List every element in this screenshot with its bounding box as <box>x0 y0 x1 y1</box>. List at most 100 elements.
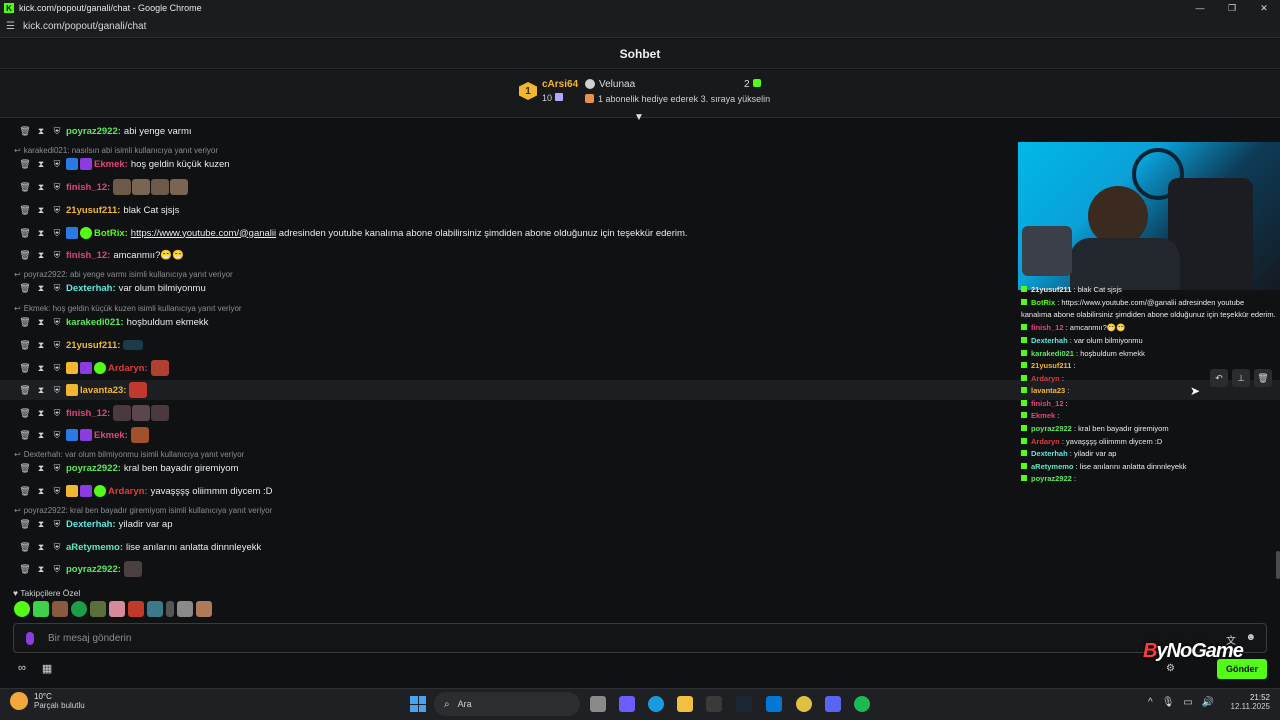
chat-message[interactable]: 🗑 ⧗ ⛨ Dexterhah: yiladir var ap <box>0 514 1010 534</box>
chat-message[interactable]: 🗑 ⧗ ⛨ Ardaryn: <box>0 358 1010 378</box>
message-username[interactable]: BotRix: <box>94 228 128 239</box>
trash-icon[interactable]: 🗑 <box>18 564 32 575</box>
hand-emote-icon[interactable] <box>196 601 212 617</box>
message-username[interactable]: 21yusuf211: <box>66 205 120 216</box>
restore-icon[interactable]: ❐ <box>1216 0 1248 16</box>
trash-icon[interactable]: 🗑 <box>18 126 32 137</box>
message-username[interactable]: Dexterhah: <box>66 283 116 294</box>
trash-icon[interactable]: 🗑 <box>18 486 32 497</box>
message-username[interactable]: finish_12: <box>66 250 110 261</box>
minimize-icon[interactable]: — <box>1184 0 1216 16</box>
settings-gear-icon[interactable]: ⚙ <box>1166 663 1175 674</box>
angry-emote-icon[interactable] <box>128 601 144 617</box>
reply-icon[interactable]: ↶ <box>1210 369 1228 387</box>
url-text[interactable]: kick.com/popout/ganali/chat <box>23 21 146 32</box>
discord-icon[interactable] <box>825 696 841 712</box>
trash-icon[interactable]: 🗑 <box>18 385 32 396</box>
chat-input-placeholder[interactable]: Bir mesaj gönderin <box>48 633 131 644</box>
shield-icon[interactable]: ⛨ <box>50 385 64 396</box>
mic-tray-icon[interactable]: 🎙 <box>1162 697 1175 708</box>
message-username[interactable]: poyraz2922: <box>66 564 121 575</box>
pin-icon[interactable]: ⊥ <box>1232 369 1250 387</box>
trash-icon[interactable]: 🗑 <box>18 463 32 474</box>
small-emote-icon[interactable] <box>166 601 174 617</box>
chat-message[interactable]: 🗑 ⧗ ⛨ poyraz2922: <box>0 559 1010 579</box>
chat-message[interactable]: 🗑 ⧗ ⛨ BotRix: https://www.youtube.com/@gan… <box>0 223 1010 243</box>
trash-icon[interactable]: 🗑 <box>18 340 32 351</box>
timeout-icon[interactable]: ⧗ <box>34 205 48 216</box>
chat-message[interactable]: 🗑 ⧗ ⛨ finish_12: <box>0 177 1010 197</box>
mic-icon[interactable] <box>26 632 34 645</box>
timeout-icon[interactable]: ⧗ <box>34 283 48 294</box>
timeout-icon[interactable]: ⧗ <box>34 385 48 396</box>
heart-emote-icon[interactable] <box>14 601 30 617</box>
trash-icon[interactable]: 🗑 <box>18 519 32 530</box>
send-button[interactable]: Gönder <box>1217 659 1267 679</box>
shield-icon[interactable]: ⛨ <box>50 182 64 193</box>
store-icon[interactable]: ▦ <box>42 662 52 675</box>
chat-message[interactable]: 🗑 ⧗ ⛨ Ardaryn: yavaşşşş oliimmm diycem :D <box>0 481 1010 501</box>
file-explorer-icon[interactable] <box>677 696 693 712</box>
chat-message[interactable]: 🗑 ⧗ ⛨ 21yusuf211: blak Cat sjsjs <box>0 200 1010 220</box>
message-username[interactable]: Ardaryn: <box>108 486 148 497</box>
pink-emote-icon[interactable] <box>109 601 125 617</box>
system-clock[interactable]: 21:52 12.11.2025 <box>1226 693 1270 711</box>
windows-start-icon[interactable] <box>410 696 426 712</box>
cat-emote-icon[interactable] <box>177 601 193 617</box>
trash-icon[interactable]: 🗑 <box>18 182 32 193</box>
message-username[interactable]: aRetymemo: <box>66 542 123 553</box>
shield-icon[interactable]: ⛨ <box>50 317 64 328</box>
chat-message[interactable]: 🗑 ⧗ ⛨ Ekmek: <box>0 425 1010 445</box>
chat-message[interactable]: 🗑 ⧗ ⛨ lavanta23: <box>0 380 1280 400</box>
trash-icon[interactable]: 🗑 <box>18 317 32 328</box>
trash-icon[interactable]: 🗑 <box>18 542 32 553</box>
message-username[interactable]: finish_12: <box>66 408 110 419</box>
timeout-icon[interactable]: ⧗ <box>34 228 48 239</box>
trash-icon[interactable]: 🗑 <box>18 283 32 294</box>
message-username[interactable]: Dexterhah: <box>66 519 116 530</box>
timeout-icon[interactable]: ⧗ <box>34 317 48 328</box>
steam-icon[interactable] <box>736 696 752 712</box>
chat-message[interactable]: 🗑 ⧗ ⛨ finish_12: amcanmıı?😁😁 <box>0 245 1010 265</box>
spotify-icon[interactable] <box>854 696 870 712</box>
close-icon[interactable]: ✕ <box>1248 0 1280 16</box>
message-username[interactable]: finish_12: <box>66 182 110 193</box>
chat-message[interactable]: 🗑 ⧗ ⛨ Dexterhah: var olum bilmiyonmu <box>0 278 1010 298</box>
shield-icon[interactable]: ⛨ <box>50 486 64 497</box>
delete-icon[interactable]: 🗑 <box>1254 369 1272 387</box>
shield-icon[interactable]: ⛨ <box>50 363 64 374</box>
chrome-icon[interactable] <box>796 696 812 712</box>
timeout-icon[interactable]: ⧗ <box>34 463 48 474</box>
shield-icon[interactable]: ⛨ <box>50 519 64 530</box>
chat-message[interactable]: 🗑 ⧗ ⛨ karakedi021: hoşbuldum ekmekk <box>0 312 1010 332</box>
chat-message[interactable]: 🗑 ⧗ ⛨ finish_12: <box>0 403 1010 423</box>
face-emote-icon[interactable] <box>52 601 68 617</box>
trash-icon[interactable]: 🗑 <box>18 228 32 239</box>
task-view-icon[interactable] <box>590 696 606 712</box>
message-username[interactable]: Ardaryn: <box>108 363 148 374</box>
chat-message[interactable]: 🗑 ⧗ ⛨ Ekmek: hoş geldin küçük kuzen <box>0 154 1010 174</box>
edge-icon[interactable] <box>648 696 664 712</box>
weather-widget[interactable]: 10°C Parçalı bulutlu <box>10 692 85 710</box>
timeout-icon[interactable]: ⧗ <box>34 430 48 441</box>
chat-scrollbar[interactable] <box>1276 551 1280 579</box>
trash-icon[interactable]: 🗑 <box>18 250 32 261</box>
spin-emote-icon[interactable] <box>71 601 87 617</box>
outlook-icon[interactable] <box>766 696 782 712</box>
frog-emote-icon[interactable] <box>90 601 106 617</box>
network-icon[interactable]: ▭ <box>1183 697 1192 708</box>
timeout-icon[interactable]: ⧗ <box>34 408 48 419</box>
shield-icon[interactable]: ⛨ <box>50 463 64 474</box>
kick-emote-icon[interactable] <box>33 601 49 617</box>
shield-icon[interactable]: ⛨ <box>50 126 64 137</box>
message-username[interactable]: Ekmek: <box>94 430 128 441</box>
trash-icon[interactable]: 🗑 <box>18 408 32 419</box>
store-icon[interactable] <box>706 696 722 712</box>
timeout-icon[interactable]: ⧗ <box>34 182 48 193</box>
chat-message[interactable]: 🗑 ⧗ ⛨ poyraz2922: kral ben bayadır giremiy… <box>0 458 1010 478</box>
message-username[interactable]: poyraz2922: <box>66 126 121 137</box>
chat-message[interactable]: 🗑 ⧗ ⛨ aRetymemo: lise anılarını anlatta di… <box>0 537 1010 557</box>
message-username[interactable]: lavanta23: <box>80 385 126 396</box>
leaderboard-second-name[interactable]: Velunaa <box>599 79 635 90</box>
timeout-icon[interactable]: ⧗ <box>34 486 48 497</box>
